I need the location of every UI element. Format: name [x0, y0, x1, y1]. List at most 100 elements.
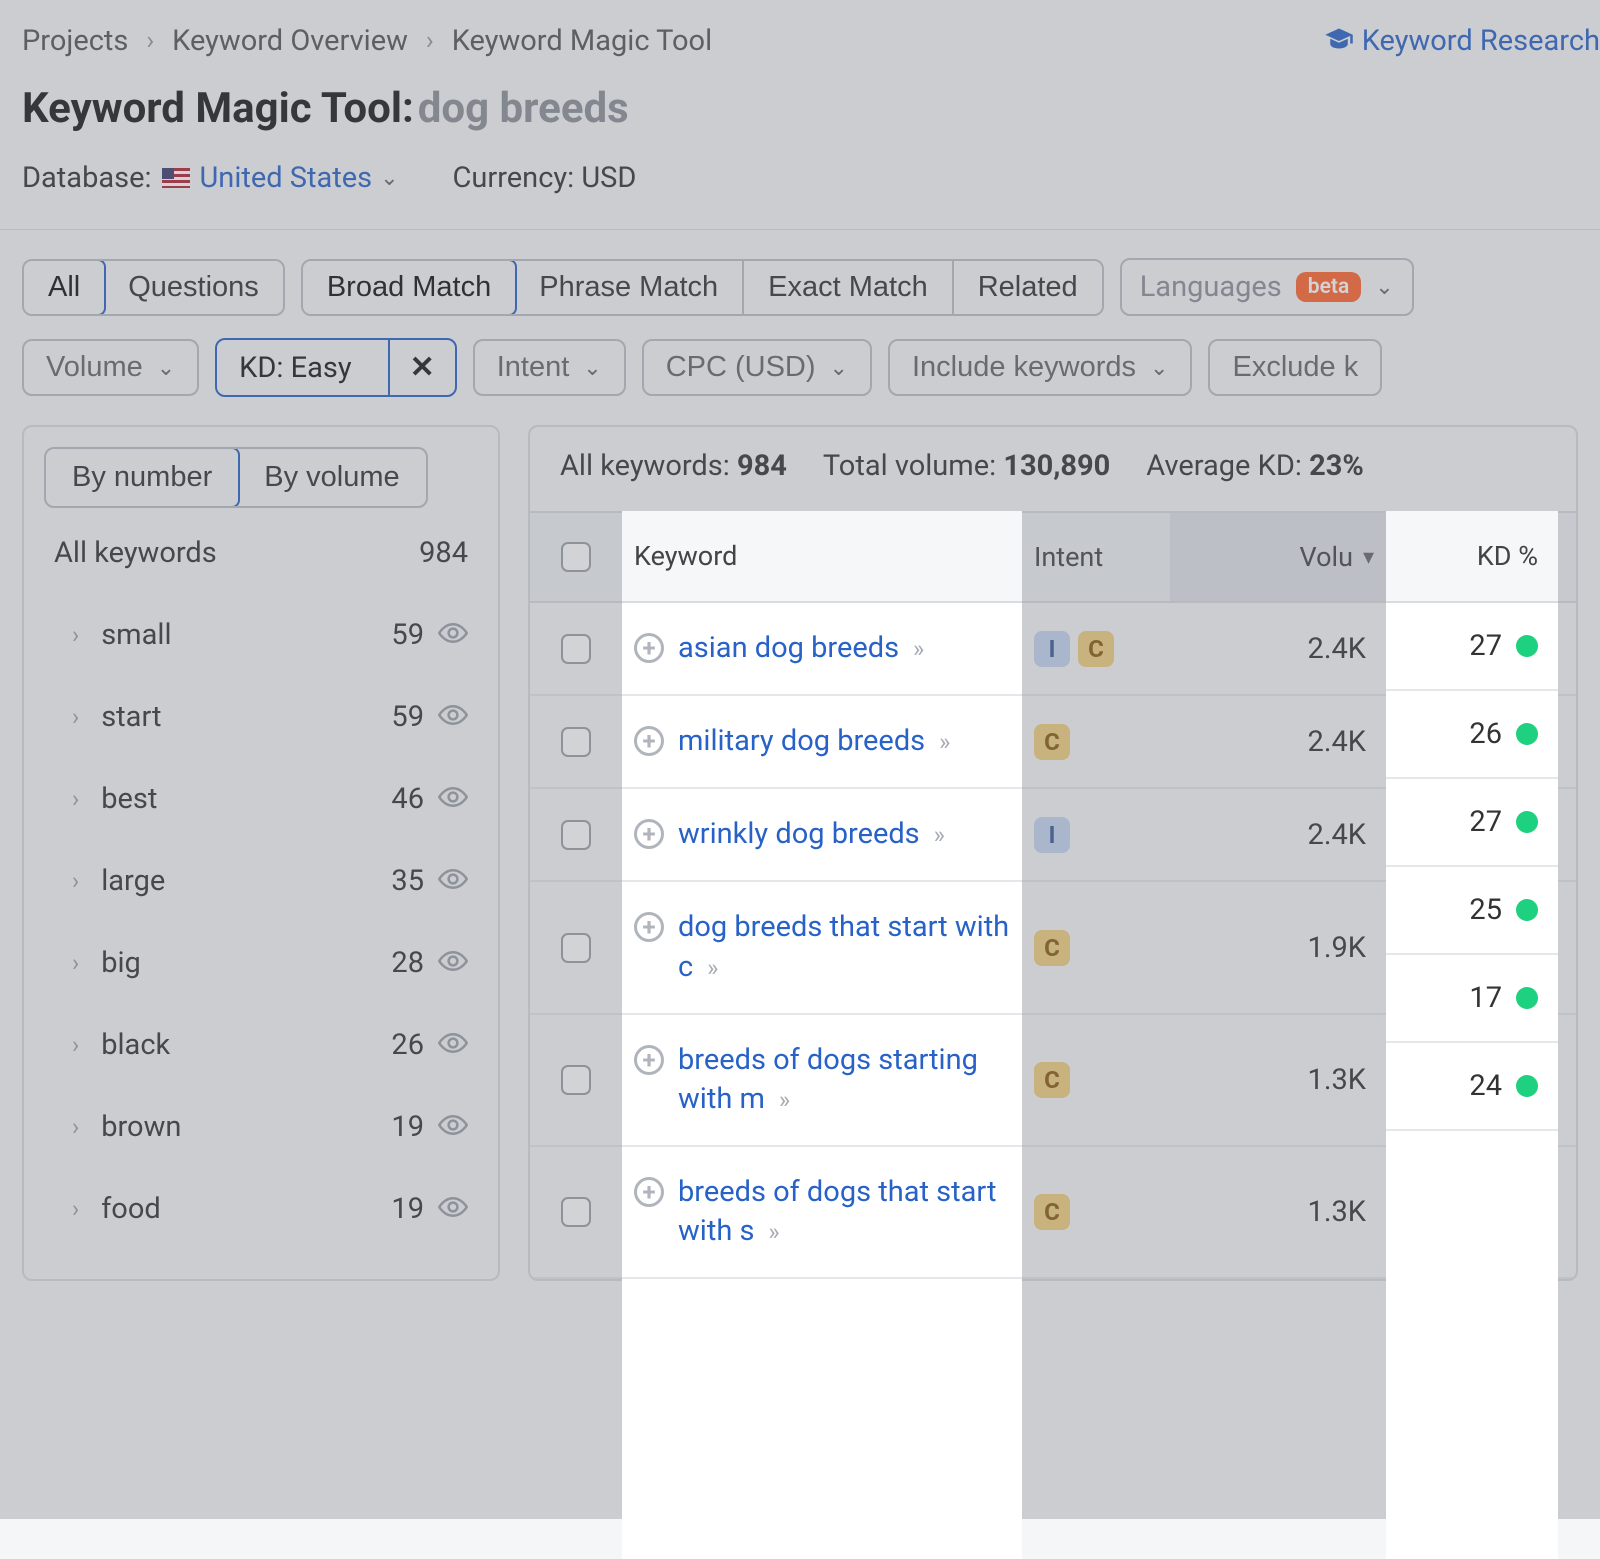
add-keyword-icon[interactable]: + [634, 1045, 664, 1075]
add-keyword-icon[interactable]: + [634, 912, 664, 942]
chevron-down-icon: ⌄ [583, 355, 601, 381]
volume-cell: 1.9K [1170, 931, 1386, 965]
intent-cell: C [1022, 724, 1170, 760]
sidebar-item[interactable]: › large 35 [24, 840, 498, 922]
results-panel: All keywords: 984 Total volume: 130,890 … [528, 425, 1578, 1281]
sidebar-all-keywords[interactable]: All keywords 984 [24, 536, 498, 594]
keyword-link[interactable]: asian dog breeds » [678, 629, 924, 668]
filter-volume[interactable]: Volume⌄ [22, 339, 199, 396]
chevron-down-icon: ⌄ [380, 166, 398, 191]
tab-related[interactable]: Related [954, 261, 1102, 314]
all-keywords-label: All keywords [54, 536, 217, 570]
add-keyword-icon[interactable]: + [634, 726, 664, 756]
chevron-right-icon: › [72, 949, 79, 977]
sidebar-item-label: food [101, 1192, 161, 1226]
chevron-right-icon: › [72, 1031, 79, 1059]
kd-cell: 25 [1386, 931, 1558, 965]
select-all-checkbox[interactable] [561, 542, 591, 572]
table-header: Keyword Intent Volu▾ KD % CPC (U [530, 511, 1576, 603]
languages-selector[interactable]: Languages beta ⌄ [1120, 258, 1414, 316]
add-keyword-icon[interactable]: + [634, 633, 664, 663]
summary-all-value: 984 [737, 449, 787, 483]
eye-icon[interactable] [438, 618, 468, 652]
keyword-link[interactable]: dog breeds that start with c » [678, 908, 1010, 986]
currency-value: USD [581, 161, 636, 195]
row-checkbox[interactable] [561, 1197, 591, 1227]
intent-cell: C [1022, 1062, 1170, 1098]
summary-vol-value: 130,890 [1003, 449, 1110, 483]
sort-by-volume[interactable]: By volume [238, 449, 425, 506]
sidebar-item[interactable]: › black 26 [24, 1004, 498, 1086]
tab-all[interactable]: All [22, 259, 106, 316]
col-intent[interactable]: Intent [1022, 541, 1170, 573]
intent-badge-i: I [1034, 817, 1070, 853]
row-checkbox[interactable] [561, 634, 591, 664]
sidebar-item-count: 35 [391, 864, 424, 898]
beta-badge: beta [1296, 272, 1361, 302]
cpc-cell: 0.0 [1558, 931, 1578, 965]
filter-exclude[interactable]: Exclude k [1208, 339, 1382, 396]
eye-icon[interactable] [438, 946, 468, 980]
col-kd[interactable]: KD % [1386, 541, 1558, 573]
sidebar-item[interactable]: › food 19 [24, 1168, 498, 1250]
row-checkbox[interactable] [561, 727, 591, 757]
sidebar-item-label: big [101, 946, 141, 980]
intent-badge-i: I [1034, 631, 1070, 667]
filter-intent[interactable]: Intent⌄ [473, 339, 626, 396]
keyword-link[interactable]: breeds of dogs starting with m » [678, 1041, 1010, 1119]
keyword-link[interactable]: military dog breeds » [678, 722, 950, 761]
sidebar-item[interactable]: › brown 19 [24, 1086, 498, 1168]
sidebar-item-count: 19 [391, 1110, 424, 1144]
tab-exact-match[interactable]: Exact Match [744, 261, 954, 314]
sort-by-number[interactable]: By number [44, 447, 240, 508]
intent-badge-c: C [1034, 724, 1070, 760]
eye-icon[interactable] [438, 782, 468, 816]
col-cpc[interactable]: CPC (U [1558, 541, 1578, 573]
double-chevron-icon: » [907, 635, 924, 663]
table-row: + military dog breeds » C 2.4K 26 1.1 [530, 696, 1576, 789]
sidebar-item[interactable]: › start 59 [24, 676, 498, 758]
volume-cell: 1.3K [1170, 1063, 1386, 1097]
keyword-research-link[interactable]: Keyword Research [1324, 24, 1600, 58]
close-icon[interactable]: ✕ [388, 340, 455, 395]
table-row: + breeds of dogs starting with m » C 1.3… [530, 1015, 1576, 1147]
sidebar-item[interactable]: › small 59 [24, 594, 498, 676]
intent-badge-c: C [1034, 930, 1070, 966]
breadcrumb-overview[interactable]: Keyword Overview [172, 24, 408, 58]
filter-kd-active[interactable]: KD: Easy ✕ [215, 338, 457, 397]
double-chevron-icon: » [928, 821, 945, 849]
database-selector[interactable]: United States ⌄ [200, 161, 399, 195]
double-chevron-icon: » [933, 728, 950, 756]
add-keyword-icon[interactable]: + [634, 1177, 664, 1207]
filter-cpc[interactable]: CPC (USD)⌄ [642, 339, 872, 396]
row-checkbox[interactable] [561, 933, 591, 963]
tab-questions[interactable]: Questions [104, 261, 283, 314]
eye-icon[interactable] [438, 1110, 468, 1144]
sort-desc-icon: ▾ [1363, 545, 1374, 570]
eye-icon[interactable] [438, 1192, 468, 1226]
add-keyword-icon[interactable]: + [634, 819, 664, 849]
sidebar-item[interactable]: › best 46 [24, 758, 498, 840]
filter-include[interactable]: Include keywords⌄ [888, 339, 1193, 396]
eye-icon[interactable] [438, 700, 468, 734]
keyword-link[interactable]: breeds of dogs that start with s » [678, 1173, 1010, 1251]
col-volume[interactable]: Volu▾ [1170, 513, 1386, 601]
database-value: United States [200, 161, 373, 195]
eye-icon[interactable] [438, 1028, 468, 1062]
row-checkbox[interactable] [561, 1065, 591, 1095]
cpc-cell: 0.0 [1558, 818, 1578, 852]
languages-label: Languages [1140, 270, 1282, 304]
col-keyword[interactable]: Keyword [622, 541, 1022, 573]
currency-label: Currency: [453, 161, 575, 195]
breadcrumb-projects[interactable]: Projects [22, 24, 128, 58]
sidebar-item-label: brown [101, 1110, 181, 1144]
tab-broad-match[interactable]: Broad Match [301, 259, 517, 316]
keyword-link[interactable]: wrinkly dog breeds » [678, 815, 945, 854]
eye-icon[interactable] [438, 864, 468, 898]
chevron-right-icon: › [72, 867, 79, 895]
tab-phrase-match[interactable]: Phrase Match [515, 261, 744, 314]
row-checkbox[interactable] [561, 820, 591, 850]
results-summary: All keywords: 984 Total volume: 130,890 … [530, 427, 1576, 511]
sidebar-item[interactable]: › big 28 [24, 922, 498, 1004]
kd-difficulty-dot [1516, 937, 1538, 959]
